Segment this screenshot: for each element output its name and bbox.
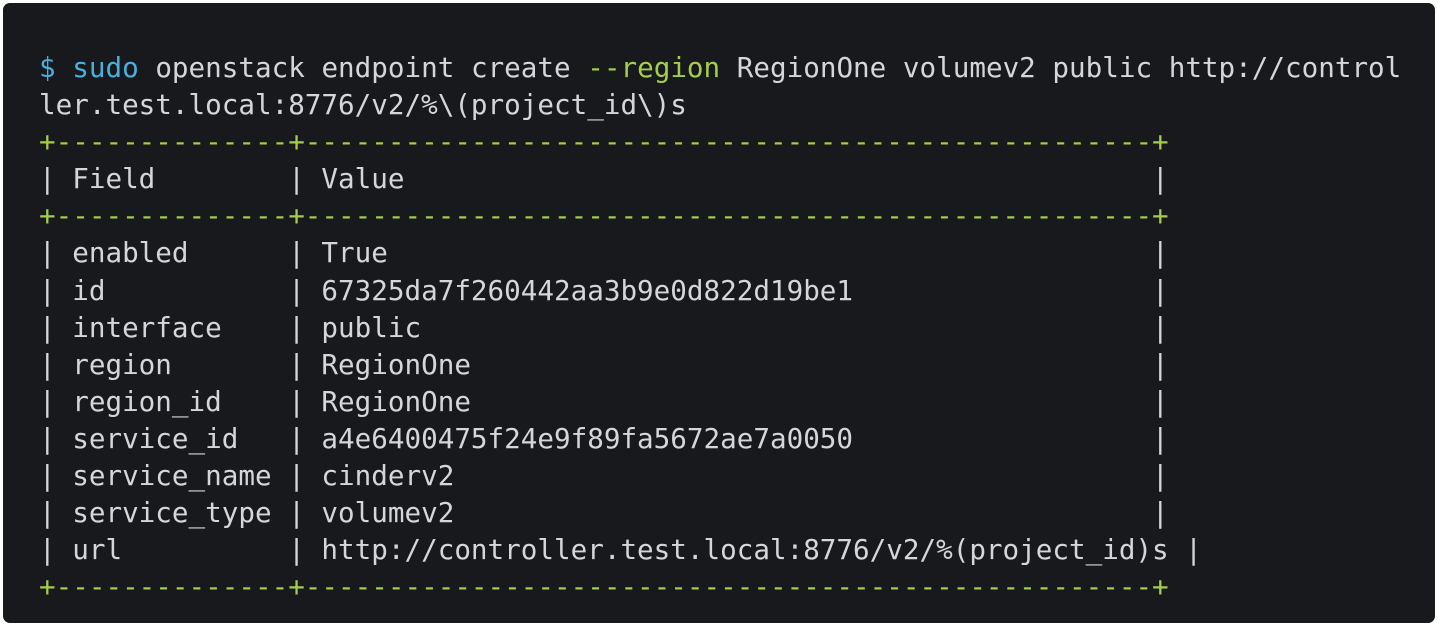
table-row: | service_name | cinderv2 | <box>39 459 1169 493</box>
command-line-wrap: ler.test.local:8776/v2/%\(project_id\)s <box>39 88 687 122</box>
command-text: openstack endpoint create <box>138 51 588 84</box>
table-row: | enabled | True | <box>39 236 1169 270</box>
table-top-border: +--------------+------------------------… <box>39 125 1169 159</box>
table-header: | Field | Value | <box>39 162 1169 196</box>
table-row: | service_type | volumev2 | <box>39 496 1169 530</box>
command-line: $ sudo openstack endpoint create --regio… <box>39 49 1435 86</box>
table-row: | url | http://controller.test.local:877… <box>39 533 1202 567</box>
region-flag: --region <box>587 51 721 84</box>
command-args: RegionOne volumev2 public http://control <box>720 51 1402 84</box>
table-row: | region_id | RegionOne | <box>39 384 1169 418</box>
table-row: | region | RegionOne | <box>39 347 1169 381</box>
sudo-keyword: sudo <box>72 51 139 84</box>
prompt-symbol: $ <box>39 51 56 84</box>
table-row: | interface | public | <box>39 310 1169 344</box>
table-header-separator: +--------------+------------------------… <box>39 199 1169 233</box>
terminal-window[interactable]: $ sudo openstack endpoint create --regio… <box>3 3 1435 623</box>
table-row: | service_id | a4e6400475f24e9f89fa5672a… <box>39 421 1169 455</box>
table-row: | id | 67325da7f260442aa3b9e0d822d19be1 … <box>39 273 1169 307</box>
table-bottom-border: +--------------+------------------------… <box>39 570 1169 604</box>
